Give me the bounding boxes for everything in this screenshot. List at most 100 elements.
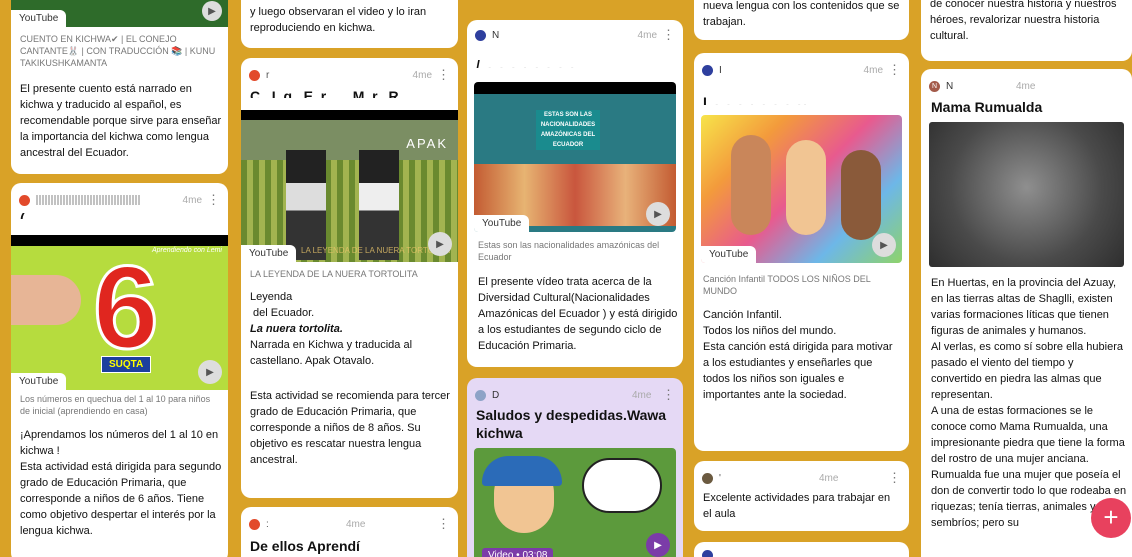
post-header: N 4me ⋮: [475, 26, 675, 44]
timestamp: 4me: [346, 518, 366, 530]
more-options-icon[interactable]: ⋮: [207, 191, 220, 209]
post-card-conejo[interactable]: YouTube ▶ CUENTO EN KICHWA✔ | EL CONEJO …: [11, 0, 228, 174]
post-body: ¡Aprendamos los números del 1 al 10 en k…: [20, 429, 222, 537]
column-1: YouTube ▶ CUENTO EN KICHWA✔ | EL CONEJO …: [11, 0, 228, 557]
post-card-todos-los-ninos[interactable]: I 4me ⋮ I . . . . . . . .. YouTube ▶ Can…: [694, 53, 909, 451]
more-options-icon[interactable]: ⋮: [437, 515, 450, 533]
post-header: D 4me ⋮: [475, 386, 675, 404]
video-thumbnail[interactable]: APAK LA LEYENDA DE LA NUERA TORTOLITA Yo…: [241, 110, 458, 262]
play-icon[interactable]: ▶: [872, 233, 896, 257]
youtube-label: YouTube: [241, 245, 297, 262]
play-icon[interactable]: ▶: [202, 1, 222, 21]
column-2: y luego observaran el video y lo iran re…: [241, 0, 458, 557]
avatar: [475, 29, 486, 41]
post-header: : 4me ⋮: [249, 515, 450, 533]
more-options-icon[interactable]: ⋮: [888, 469, 901, 487]
post-title: Mama Rumualda: [931, 99, 1043, 115]
post-line: La nuera tortolita.: [250, 323, 343, 335]
post-header: 4me ⋮: [19, 191, 220, 209]
post-card-partial[interactable]: [694, 542, 909, 557]
more-options-icon[interactable]: ⋮: [662, 26, 675, 44]
post-body: y luego observaran el video y lo iran re…: [250, 6, 427, 34]
play-icon[interactable]: ▶: [646, 202, 670, 226]
avatar: [249, 69, 260, 81]
timestamp: 4me: [632, 389, 652, 401]
big-number: 6: [92, 242, 161, 374]
post-line: Narrada en Kichwa y traducida al castell…: [250, 339, 413, 367]
post-card-saludos[interactable]: D 4me ⋮ Saludos y despedidas.Wawa kichwa…: [467, 378, 683, 557]
youtube-label: YouTube: [11, 373, 67, 390]
post-title: Saludos y despedidas.Wawa kichwa: [476, 407, 667, 441]
post-card-excelente[interactable]: ' 4me ⋮ Excelente actividades para traba…: [694, 461, 909, 531]
post-body: El presente cuento está narrado en kichw…: [20, 83, 222, 159]
post-line: Esta canción está dirigida para motivar …: [703, 341, 893, 401]
timestamp: 4me: [863, 64, 883, 76]
youtube-label: YouTube: [474, 215, 530, 232]
post-body: de conocer nuestra historia y nuestros h…: [930, 0, 1117, 42]
post-card-top[interactable]: nueva lengua con los contenidos que se t…: [694, 0, 909, 40]
avatar: [702, 549, 713, 557]
video-thumbnail[interactable]: YouTube ▶: [11, 0, 228, 27]
cow-image: [582, 458, 662, 513]
video-caption: Los números en quechua del 1 al 10 para …: [20, 394, 211, 416]
figure-image: [359, 150, 399, 260]
more-options-icon[interactable]: ⋮: [662, 386, 675, 404]
child-image: [841, 150, 881, 240]
apak-logo: APAK: [406, 136, 448, 151]
avatar: N: [929, 80, 940, 92]
post-card-numeros[interactable]: 4me ⋮ ( . . . . .. Aprendiendo con Lemi …: [11, 183, 228, 557]
post-card-mama-rumualda[interactable]: N N 4me Mama Rumualda En Huertas, en la …: [921, 69, 1132, 557]
author-name-redacted: N: [492, 29, 500, 41]
post-title-redacted: ( . . . . ..: [20, 210, 92, 219]
play-icon[interactable]: ▶: [646, 533, 670, 557]
post-card-nacionalidades[interactable]: N 4me ⋮ / . . . . . . . . ESTAS SON LAS …: [467, 20, 683, 367]
post-line: Todos los niños del mundo.: [703, 325, 837, 337]
stone-face-image[interactable]: [929, 122, 1124, 267]
post-body: Excelente actividades para trabajar en e…: [703, 492, 891, 520]
author-name-redacted: :: [266, 518, 269, 530]
child-hat-image: [482, 456, 562, 486]
author-name-redacted: I: [719, 64, 722, 76]
video-thumbnail[interactable]: Video • 03:08 ▶: [474, 448, 676, 557]
video-thumbnail[interactable]: YouTube ▶: [701, 115, 902, 263]
post-card-tortolita[interactable]: r 4me ⋮ C.. I..g.. E..r...... M..r.. R..…: [241, 58, 458, 498]
post-header: I 4me ⋮: [702, 61, 901, 79]
youtube-label: YouTube: [701, 246, 757, 263]
thumb-banner: Aprendiendo con Lemi: [151, 247, 222, 254]
video-thumbnail[interactable]: Aprendiendo con Lemi 6 SUQTA YouTube ▶: [11, 235, 228, 390]
youtube-label: YouTube: [11, 10, 67, 27]
post-body: El presente vídeo trata acerca de la Div…: [478, 276, 678, 352]
play-icon[interactable]: ▶: [428, 232, 452, 256]
play-icon[interactable]: ▶: [198, 360, 222, 384]
post-title-redacted: / . . . . . . . .: [476, 57, 577, 68]
post-title: De ellos Aprendí: [250, 538, 360, 554]
child-image: [786, 140, 826, 235]
post-card-de-ellos[interactable]: : 4me ⋮ De ellos Aprendí: [241, 507, 458, 557]
timestamp: 4me: [637, 29, 657, 41]
avatar: [249, 518, 260, 530]
avatar: [702, 472, 713, 484]
add-post-button[interactable]: +: [1091, 498, 1131, 538]
timestamp: 4me: [412, 69, 432, 81]
post-card-top[interactable]: de conocer nuestra historia y nuestros h…: [921, 0, 1132, 61]
post-line: Esta actividad se recomienda para tercer…: [250, 390, 450, 466]
more-options-icon[interactable]: ⋮: [888, 61, 901, 79]
post-card-top[interactable]: y luego observaran el video y lo iran re…: [241, 0, 458, 48]
hand-image: [11, 275, 81, 325]
column-3: N 4me ⋮ / . . . . . . . . ESTAS SON LAS …: [467, 0, 683, 557]
post-header: N N 4me: [929, 77, 1124, 95]
timestamp: 4me: [182, 194, 202, 206]
author-name-redacted: [36, 195, 141, 205]
video-caption: Estas son las nacionalidades amazónicas …: [478, 240, 660, 262]
post-body: En Huertas, en la provincia del Azuay, e…: [931, 277, 1127, 529]
author-name-redacted: r: [266, 69, 270, 81]
video-caption: LA LEYENDA DE LA NUERA TORTOLITA: [250, 269, 418, 279]
timestamp: 4me: [1016, 80, 1036, 92]
more-options-icon[interactable]: ⋮: [437, 66, 450, 84]
author-name-redacted: D: [492, 389, 500, 401]
post-header: [702, 546, 901, 557]
post-title-redacted: I . . . . . . . ..: [703, 94, 810, 105]
child-image: [731, 135, 771, 235]
video-thumbnail[interactable]: ESTAS SON LAS NACIONALIDADES AMAZÓNICAS …: [474, 82, 676, 232]
author-name-redacted: N: [946, 80, 954, 92]
